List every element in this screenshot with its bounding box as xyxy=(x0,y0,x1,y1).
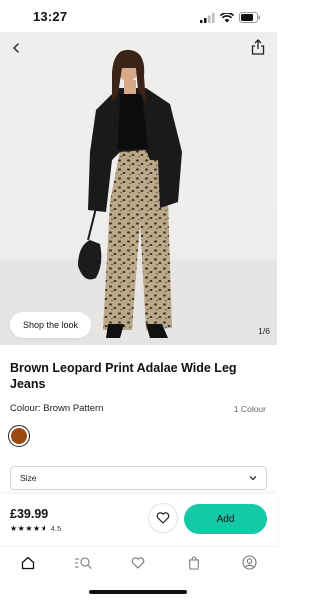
price: £39.99 xyxy=(10,507,49,521)
nav-wishlist[interactable] xyxy=(124,551,152,575)
battery-icon xyxy=(239,10,261,28)
add-to-bag-button[interactable]: Add xyxy=(184,504,267,534)
rating-value: 4.5 xyxy=(50,524,62,533)
nav-account[interactable] xyxy=(235,551,263,575)
wifi-icon xyxy=(219,10,235,28)
swatch-fill xyxy=(11,428,27,444)
colour-swatch-brown[interactable] xyxy=(8,425,30,447)
size-label: Size xyxy=(20,473,37,483)
bag-icon xyxy=(188,555,199,570)
status-icons xyxy=(200,10,261,28)
product-photo xyxy=(0,49,277,345)
search-menu-icon xyxy=(75,556,92,569)
bottom-nav xyxy=(0,546,277,578)
account-icon xyxy=(242,555,257,570)
nav-search[interactable] xyxy=(69,551,97,575)
size-select[interactable]: Size xyxy=(10,466,267,490)
rating-stars-icon: ★★★★★ xyxy=(10,524,45,533)
signal-icon xyxy=(200,10,215,28)
wishlist-button[interactable] xyxy=(148,503,178,533)
home-indicator xyxy=(89,590,187,594)
status-bar: 13:27 xyxy=(0,0,277,32)
heart-icon xyxy=(156,512,170,524)
share-button[interactable] xyxy=(250,38,266,56)
product-image-gallery[interactable]: Shop the look 1/6 xyxy=(0,32,277,345)
back-button[interactable] xyxy=(8,40,24,56)
colour-count: 1 Colour xyxy=(233,404,266,414)
product-title: Brown Leopard Print Adalae Wide Leg Jean… xyxy=(10,361,237,391)
colour-label: Colour: Brown Pattern xyxy=(10,403,104,414)
heart-icon xyxy=(132,556,145,569)
purchase-bar: £39.99 ★★★★★ 4.5 Add xyxy=(0,494,277,546)
nav-bag[interactable] xyxy=(180,551,208,575)
image-counter: 1/6 xyxy=(258,326,270,336)
product-rating[interactable]: ★★★★★ 4.5 xyxy=(10,524,61,533)
home-icon xyxy=(21,556,34,569)
share-icon xyxy=(251,39,265,55)
chevron-down-icon xyxy=(249,476,257,481)
nav-home[interactable] xyxy=(14,551,42,575)
chevron-left-icon xyxy=(13,43,19,53)
status-time: 13:27 xyxy=(33,9,68,24)
shop-the-look-button[interactable]: Shop the look xyxy=(10,312,92,338)
